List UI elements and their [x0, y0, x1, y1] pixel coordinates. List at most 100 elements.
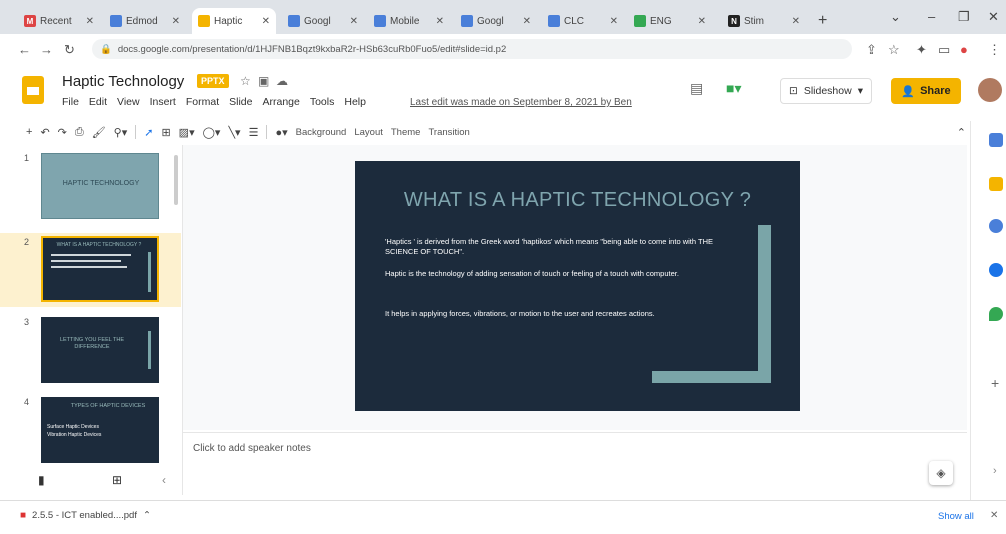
slides-logo-icon[interactable]	[22, 76, 44, 104]
slideshow-button[interactable]: ⊡ Slideshow ▾	[780, 78, 872, 104]
close-tab-icon[interactable]: ✕	[262, 16, 270, 27]
print-icon[interactable]: ⎙	[75, 126, 84, 139]
undo-icon[interactable]: ↶	[40, 126, 49, 139]
add-addon-icon[interactable]: +	[991, 375, 999, 391]
redo-icon[interactable]: ↷	[58, 126, 67, 139]
close-downloads-icon[interactable]: ✕	[990, 510, 998, 521]
move-folder-icon[interactable]: ▣	[258, 74, 269, 88]
zoom-icon[interactable]: ⚲▾	[114, 126, 128, 139]
tab-search-icon[interactable]: ⌄	[890, 9, 901, 25]
comment-icon[interactable]: ☰	[249, 126, 259, 139]
slide-thumbnail[interactable]: TYPES OF HAPTIC DEVICES Surface Haptic D…	[41, 397, 159, 463]
menu-format[interactable]: Format	[186, 96, 219, 108]
maximize-icon[interactable]: ❐	[958, 9, 970, 25]
browser-tab[interactable]: M Recent ✕	[18, 8, 100, 34]
browser-tab[interactable]: Googl ✕	[282, 8, 364, 34]
close-tab-icon[interactable]: ✕	[792, 16, 800, 27]
menu-tools[interactable]: Tools	[310, 96, 335, 108]
gmail-icon: M	[24, 15, 36, 27]
share-button[interactable]: 👤 Share	[891, 78, 961, 104]
contacts-icon[interactable]	[989, 263, 1003, 277]
filmstrip-scrollbar[interactable]	[174, 155, 178, 205]
new-slide-icon[interactable]: +	[26, 126, 32, 138]
slide-title[interactable]: WHAT IS A HAPTIC TECHNOLOGY ?	[355, 189, 800, 212]
close-tab-icon[interactable]: ✕	[86, 16, 94, 27]
back-icon[interactable]: ←	[18, 42, 31, 57]
browser-tab[interactable]: ENG ✕	[628, 8, 712, 34]
forward-icon[interactable]: →	[40, 42, 53, 57]
show-all-button[interactable]: Show all	[938, 511, 974, 522]
close-tab-icon[interactable]: ✕	[436, 16, 444, 27]
close-tab-icon[interactable]: ✕	[610, 16, 618, 27]
expand-panel-icon[interactable]: ›	[993, 465, 997, 477]
avatar[interactable]	[978, 78, 1002, 102]
close-tab-icon[interactable]: ✕	[698, 16, 706, 27]
menu-dots-icon[interactable]: ⋮	[988, 42, 1001, 58]
browser-tab[interactable]: Edmod ✕	[104, 8, 186, 34]
maps-icon[interactable]	[989, 307, 1003, 321]
download-item[interactable]: ■ 2.5.5 - ICT enabled....pdf ⌃	[20, 510, 151, 521]
new-tab-icon[interactable]: +	[818, 12, 827, 30]
collapse-toolbar-icon[interactable]: ⌃	[957, 126, 966, 139]
comment-history-icon[interactable]: ▤	[690, 80, 703, 97]
speaker-notes-input[interactable]: Click to add speaker notes	[193, 443, 311, 454]
browser-tab-active[interactable]: Haptic ✕	[192, 8, 276, 34]
theme-button[interactable]: Theme	[391, 127, 421, 138]
chevron-down-icon[interactable]: ▾	[858, 85, 863, 97]
menu-help[interactable]: Help	[344, 96, 366, 108]
browser-tab[interactable]: Googl ✕	[455, 8, 537, 34]
extension-icon[interactable]: ✦	[916, 42, 927, 58]
sidebar-icon[interactable]: ▭	[938, 42, 950, 58]
slide-paragraph[interactable]: It helps in applying forces, vibrations,…	[385, 309, 745, 319]
transition-button[interactable]: Transition	[428, 127, 469, 138]
reload-icon[interactable]: ↻	[64, 42, 75, 58]
slide-thumbnail[interactable]: HAPTIC TECHNOLOGY	[41, 153, 159, 219]
browser-tab[interactable]: N Stim ✕	[722, 8, 806, 34]
meet-icon[interactable]: ■▾	[726, 80, 741, 97]
grid-view-icon[interactable]: ⊞	[112, 473, 122, 487]
layout-button[interactable]: Layout	[354, 127, 383, 138]
bookmark-star-icon[interactable]: ☆	[888, 42, 900, 58]
menu-insert[interactable]: Insert	[150, 96, 176, 108]
close-tab-icon[interactable]: ✕	[172, 16, 180, 27]
slide-thumbnail-selected[interactable]: WHAT IS A HAPTIC TECHNOLOGY ?	[41, 236, 159, 302]
menu-slide[interactable]: Slide	[229, 96, 252, 108]
minimize-icon[interactable]: –	[928, 9, 935, 24]
close-window-icon[interactable]: ✕	[988, 9, 999, 25]
slide-thumbnail[interactable]: LETTING YOU FEEL THE DIFFERENCE	[41, 317, 159, 383]
cloud-status-icon[interactable]: ☁	[276, 74, 288, 88]
text-box-icon[interactable]: ⊞	[161, 126, 170, 139]
address-bar[interactable]: 🔒 docs.google.com/presentation/d/1HJFNB1…	[92, 39, 852, 59]
slide-paragraph[interactable]: Haptic is the technology of adding sensa…	[385, 269, 745, 279]
browser-tab[interactable]: CLC ✕	[542, 8, 624, 34]
chevron-up-icon[interactable]: ⌃	[143, 510, 151, 521]
collapse-panel-icon[interactable]: ‹	[162, 473, 166, 487]
shape-icon[interactable]: ◯▾	[203, 126, 221, 139]
paint-format-icon[interactable]: 🖌	[92, 126, 106, 139]
background-button[interactable]: Background	[296, 127, 347, 138]
tasks-icon[interactable]	[989, 219, 1003, 233]
sheets-icon[interactable]	[989, 133, 1003, 147]
close-tab-icon[interactable]: ✕	[350, 16, 358, 27]
keep-icon[interactable]	[989, 177, 1003, 191]
last-edit-link[interactable]: Last edit was made on September 8, 2021 …	[410, 97, 632, 108]
share-page-icon[interactable]: ⇪	[866, 42, 877, 58]
fill-icon[interactable]: ●▾	[275, 126, 287, 139]
slide-paragraph[interactable]: 'Haptics ' is derived from the Greek wor…	[385, 237, 745, 257]
image-icon[interactable]: ▨▾	[179, 126, 195, 139]
document-title[interactable]: Haptic Technology	[62, 73, 184, 90]
menu-view[interactable]: View	[117, 96, 140, 108]
menu-file[interactable]: File	[62, 96, 79, 108]
star-icon[interactable]: ☆	[240, 74, 251, 88]
explore-button[interactable]: ◈	[929, 461, 953, 485]
browser-tab[interactable]: Mobile ✕	[368, 8, 450, 34]
menu-edit[interactable]: Edit	[89, 96, 107, 108]
menu-arrange[interactable]: Arrange	[262, 96, 299, 108]
profile-icon[interactable]: ●	[960, 42, 968, 57]
line-icon[interactable]: ╲▾	[228, 126, 240, 139]
select-tool-icon[interactable]: ➚	[144, 126, 153, 139]
tab-label: Stim	[744, 15, 764, 27]
close-tab-icon[interactable]: ✕	[523, 16, 531, 27]
current-slide[interactable]: WHAT IS A HAPTIC TECHNOLOGY ? 'Haptics '…	[355, 161, 800, 411]
filmstrip-view-icon[interactable]: ▮	[38, 473, 45, 487]
